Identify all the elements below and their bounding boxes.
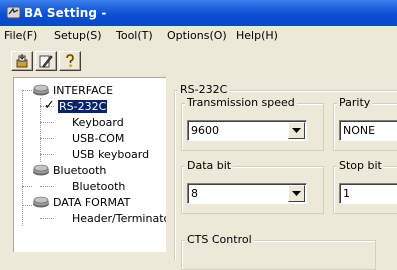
folder-node-icon bbox=[32, 163, 50, 180]
dropdown-button[interactable] bbox=[288, 122, 305, 139]
stop-bit-label: Stop bit bbox=[337, 159, 384, 172]
settings-tree: INTERFACE ✓ RS-232C Keyboard USB-COM USB… bbox=[13, 77, 166, 252]
tree-line bbox=[22, 205, 32, 206]
tree-item-rs232c[interactable]: RS-232C bbox=[58, 100, 108, 113]
tree-item-bluetooth[interactable]: Bluetooth bbox=[72, 180, 125, 193]
menu-bar: File(F) Setup(S) Tool(T) Options(O) Help… bbox=[0, 26, 397, 46]
toolbar bbox=[0, 46, 397, 76]
parity-select[interactable]: NONE bbox=[339, 120, 397, 141]
tree-line bbox=[40, 138, 54, 139]
chevron-down-icon bbox=[292, 191, 301, 196]
tree-item-header-terminator[interactable]: Header/Terminatc bbox=[72, 212, 166, 225]
tree-line bbox=[40, 122, 54, 123]
check-icon: ✓ bbox=[44, 98, 55, 113]
tree-item-usb-keyboard[interactable]: USB keyboard bbox=[72, 148, 149, 161]
title-bar: BA Setting - bbox=[0, 0, 397, 26]
help-icon bbox=[65, 53, 75, 67]
cts-control-label: CTS Control bbox=[185, 233, 254, 246]
pen-icon bbox=[39, 55, 53, 68]
folder-node-icon bbox=[32, 195, 50, 212]
app-icon bbox=[6, 5, 21, 23]
open-button[interactable] bbox=[11, 51, 33, 71]
parity-label: Parity bbox=[337, 96, 373, 109]
menu-help[interactable]: Help(H) bbox=[236, 29, 278, 42]
open-icon bbox=[16, 54, 28, 68]
tree-line bbox=[40, 218, 54, 219]
tree-line bbox=[22, 90, 32, 91]
tree-item-data-format[interactable]: DATA FORMAT bbox=[53, 196, 130, 209]
data-bit-select[interactable]: 8 bbox=[187, 183, 307, 204]
tree-line bbox=[40, 186, 54, 187]
tree-item-usb-com[interactable]: USB-COM bbox=[72, 132, 124, 145]
tree-item-keyboard[interactable]: Keyboard bbox=[72, 116, 124, 129]
tree-line bbox=[40, 98, 41, 162]
rs232c-group-title: RS-232C bbox=[178, 83, 230, 96]
menu-options[interactable]: Options(O) bbox=[167, 29, 227, 42]
edit-button[interactable] bbox=[35, 51, 57, 71]
menu-setup[interactable]: Setup(S) bbox=[54, 29, 102, 42]
dropdown-button[interactable] bbox=[288, 185, 305, 202]
menu-tool[interactable]: Tool(T) bbox=[116, 29, 153, 42]
menu-file[interactable]: File(F) bbox=[4, 29, 37, 42]
data-bit-label: Data bit bbox=[185, 159, 234, 172]
tree-line bbox=[40, 154, 54, 155]
chevron-down-icon bbox=[292, 128, 301, 133]
help-button[interactable] bbox=[59, 51, 81, 71]
transmission-speed-select[interactable]: 9600 bbox=[187, 120, 307, 141]
window-title: BA Setting - bbox=[24, 6, 107, 20]
tree-item-bluetooth-group[interactable]: Bluetooth bbox=[53, 164, 106, 177]
transmission-speed-label: Transmission speed bbox=[185, 96, 297, 109]
tree-item-interface[interactable]: INTERFACE bbox=[53, 84, 113, 97]
tree-line bbox=[22, 186, 32, 187]
stop-bit-select[interactable]: 1 bbox=[339, 183, 397, 204]
